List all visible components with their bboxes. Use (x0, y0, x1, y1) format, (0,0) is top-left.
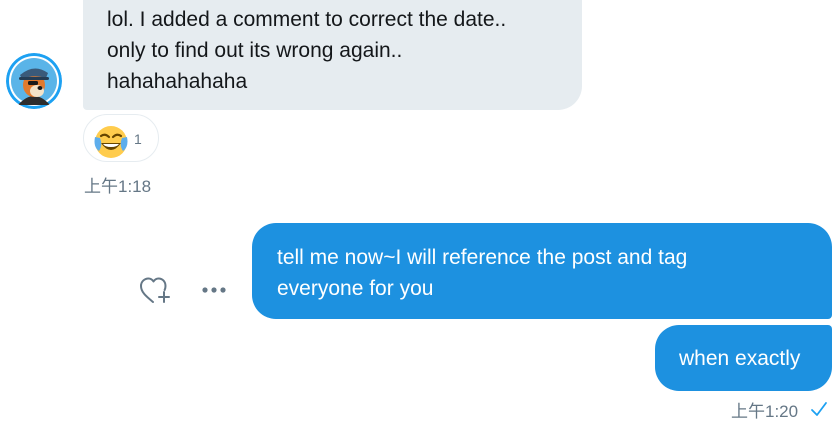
message-text: when exactly (679, 347, 801, 370)
message-text-line: only to find out its wrong again.. (107, 39, 403, 62)
outgoing-message-bubble[interactable]: tell me now~I will reference the post an… (252, 223, 832, 319)
check-icon (811, 402, 827, 416)
message-text-line: lol. I added a comment to correct the da… (107, 8, 507, 31)
message-timestamp: 上午1:18 (84, 177, 152, 196)
reaction-chip[interactable]: 1 (83, 114, 159, 162)
outgoing-message-bubble[interactable]: when exactly (655, 325, 832, 391)
message-text-line: everyone for you (277, 277, 434, 300)
message-timestamp: 上午1:20 (731, 402, 799, 421)
dog-avatar-icon (6, 53, 62, 109)
message-text-line: tell me now~I will reference the post an… (277, 246, 688, 269)
more-icon[interactable] (198, 280, 234, 300)
message-text-line: hahahahahaha (107, 70, 248, 93)
joy-emoji-icon (94, 126, 128, 158)
avatar[interactable] (6, 53, 62, 109)
dm-conversation: lol. I added a comment to correct the da… (0, 0, 838, 435)
reaction-count: 1 (134, 131, 142, 147)
heart-plus-icon[interactable] (138, 275, 174, 307)
incoming-message-bubble[interactable]: lol. I added a comment to correct the da… (83, 0, 582, 110)
